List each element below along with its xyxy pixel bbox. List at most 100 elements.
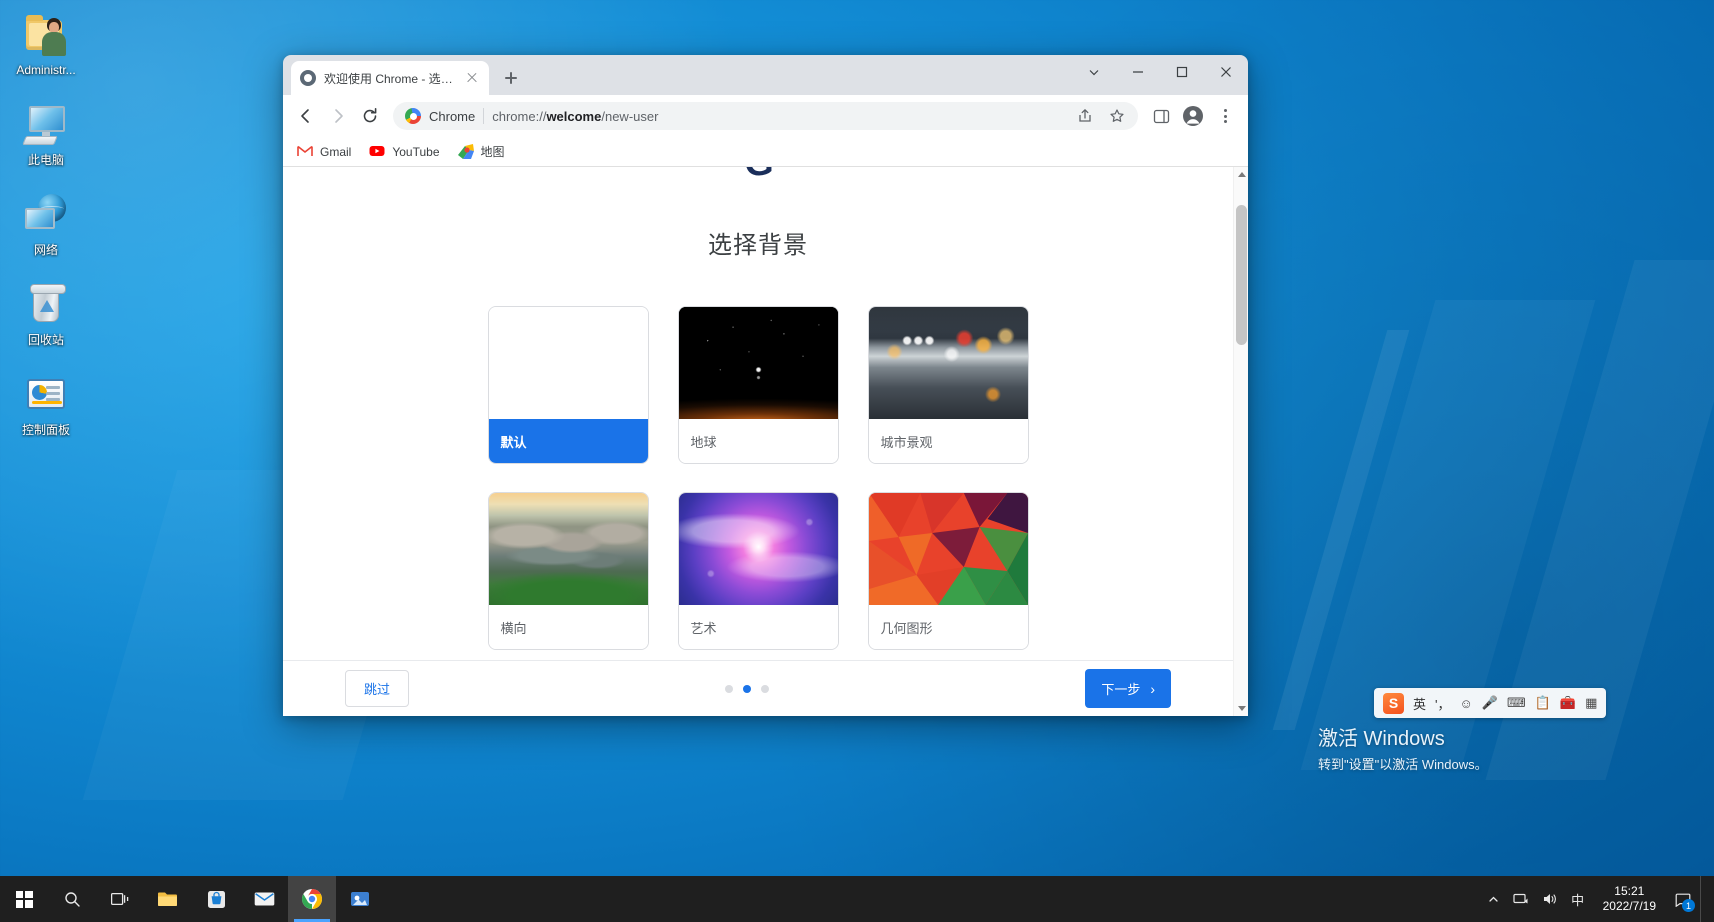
show-desktop-button[interactable] <box>1700 876 1708 922</box>
close-icon[interactable] <box>1204 55 1248 89</box>
windows-logo-icon <box>15 890 33 908</box>
desktop-icon-this-pc[interactable]: 此电脑 <box>0 96 92 172</box>
network-tray-icon[interactable] <box>1509 876 1535 922</box>
watermark-subtitle: 转到"设置"以激活 Windows。 <box>1318 757 1488 772</box>
caret-down-icon[interactable] <box>1234 701 1248 716</box>
welcome-page: G 选择背景 默认 地球 城市景观 横向 <box>283 167 1233 716</box>
start-button[interactable] <box>0 876 48 922</box>
address-bar[interactable]: Chrome chrome://welcome/new-user <box>393 102 1138 130</box>
taskbar-clock[interactable]: 15:21 2022/7/19 <box>1593 876 1666 922</box>
clock-time: 15:21 <box>1614 884 1645 898</box>
chevron-up-icon[interactable] <box>1481 876 1507 922</box>
system-tray: 中 15:21 2022/7/19 1 <box>1481 876 1714 922</box>
keyboard-icon[interactable]: ⌨ <box>1507 695 1526 711</box>
task-view-icon <box>110 892 128 906</box>
smiley-icon[interactable]: ☺ <box>1460 696 1473 711</box>
microphone-icon[interactable]: 🎤 <box>1482 695 1498 711</box>
bookmark-label: YouTube <box>392 144 440 159</box>
caret-up-icon[interactable] <box>1234 167 1248 182</box>
desktop-icon-list: Administr... 此电脑 网络 回收站 控制面板 <box>0 6 92 456</box>
card-label: 几何图形 <box>868 605 1028 649</box>
taskbar-mail[interactable] <box>240 876 288 922</box>
background-card-default[interactable]: 默认 <box>487 306 649 464</box>
notification-badge: 1 <box>1682 899 1695 912</box>
toolbox-icon[interactable]: 🧰 <box>1560 695 1576 711</box>
close-icon[interactable] <box>464 70 480 86</box>
arrow-left-icon[interactable] <box>291 101 321 131</box>
desktop-icon-label: 控制面板 <box>21 423 70 437</box>
taskbar-microsoft-store[interactable] <box>192 876 240 922</box>
background-card-grid: 默认 地球 城市景观 横向 艺术 几何图形 <box>283 306 1233 650</box>
step-dot[interactable] <box>761 684 770 693</box>
taskbar-task-view[interactable] <box>96 876 144 922</box>
user-folder-icon <box>22 12 70 60</box>
gmail-icon <box>297 144 313 160</box>
star-icon[interactable] <box>1102 101 1132 131</box>
desktop-icon-recycle-bin[interactable]: 回收站 <box>0 276 92 352</box>
desktop-icon-control-panel[interactable]: 控制面板 <box>0 366 92 442</box>
volume-icon[interactable] <box>1537 876 1563 922</box>
kebab-menu-icon[interactable] <box>1210 101 1240 131</box>
background-card-geometric[interactable]: 几何图形 <box>867 492 1029 650</box>
next-button-label: 下一步 <box>1101 682 1141 697</box>
chevron-down-icon[interactable] <box>1072 55 1116 89</box>
notification-center-button[interactable]: 1 <box>1668 876 1698 922</box>
reload-icon[interactable] <box>355 101 385 131</box>
minimize-icon[interactable] <box>1116 55 1160 89</box>
bookmark-label: 地图 <box>480 145 505 159</box>
bookmark-label: Gmail <box>320 144 352 159</box>
ime-mode-label[interactable]: 英 <box>1413 694 1426 713</box>
background-card-earth[interactable]: 地球 <box>677 306 839 464</box>
taskbar-search[interactable] <box>48 876 96 922</box>
desktop-icon-label: 回收站 <box>27 333 64 347</box>
divider <box>483 108 485 124</box>
bookmarks-bar: Gmail YouTube 地图 <box>283 137 1248 167</box>
browser-tab[interactable]: 欢迎使用 Chrome - 选择背景 <box>291 61 489 95</box>
taskbar: 中 15:21 2022/7/19 1 <box>0 876 1714 922</box>
taskbar-file-explorer[interactable] <box>144 876 192 922</box>
scrollbar-thumb[interactable] <box>1236 205 1247 345</box>
bookmark-gmail[interactable]: Gmail <box>297 144 351 160</box>
google-maps-icon <box>457 143 474 160</box>
wallpaper-band <box>1272 330 1410 730</box>
control-panel-icon <box>22 372 70 420</box>
ime-indicator[interactable]: 中 <box>1565 876 1591 922</box>
youtube-icon <box>369 144 385 160</box>
desktop-icon-network[interactable]: 网络 <box>0 186 92 262</box>
taskbar-pinned-app[interactable] <box>336 876 384 922</box>
arrow-right-icon[interactable] <box>323 101 353 131</box>
avatar-icon[interactable] <box>1178 101 1208 131</box>
app-icon <box>351 892 369 906</box>
card-thumbnail <box>488 493 648 605</box>
share-icon[interactable] <box>1070 101 1100 131</box>
logo-mark: G <box>723 167 793 185</box>
page-viewport: G 选择背景 默认 地球 城市景观 横向 <box>283 167 1248 716</box>
this-pc-icon <box>22 102 70 150</box>
step-dot-active[interactable] <box>743 684 752 693</box>
skip-button[interactable]: 跳过 <box>345 670 410 707</box>
background-card-landscape[interactable]: 横向 <box>487 492 649 650</box>
desktop-icon-administrator[interactable]: Administr... <box>0 6 92 82</box>
desktop-icon-label: Administr... <box>16 63 76 77</box>
background-card-cityscape[interactable]: 城市景观 <box>867 306 1029 464</box>
next-button[interactable]: 下一步 › <box>1085 669 1171 708</box>
side-panel-icon[interactable] <box>1146 101 1176 131</box>
step-dot[interactable] <box>725 684 734 693</box>
page-scrollbar[interactable] <box>1233 167 1248 716</box>
taskbar-chrome[interactable] <box>288 876 336 922</box>
card-thumbnail <box>868 493 1028 605</box>
recycle-bin-icon <box>22 282 70 330</box>
sogou-logo-icon[interactable]: S <box>1383 692 1404 714</box>
apps-icon[interactable]: ▦ <box>1585 695 1597 711</box>
clipboard-icon[interactable]: 📋 <box>1535 695 1551 711</box>
omnibox-brand: Chrome <box>429 108 476 124</box>
bookmark-maps[interactable]: 地图 <box>457 143 505 160</box>
plus-icon[interactable] <box>497 64 525 92</box>
ime-punctuation-toggle[interactable]: '， <box>1435 694 1450 713</box>
bookmark-youtube[interactable]: YouTube <box>369 144 440 160</box>
file-explorer-icon <box>158 892 177 906</box>
windows-activation-watermark: 激活 Windows 转到"设置"以激活 Windows。 <box>1318 726 1488 775</box>
maximize-icon[interactable] <box>1160 55 1204 89</box>
tab-title: 欢迎使用 Chrome - 选择背景 <box>324 71 456 86</box>
background-card-art[interactable]: 艺术 <box>677 492 839 650</box>
